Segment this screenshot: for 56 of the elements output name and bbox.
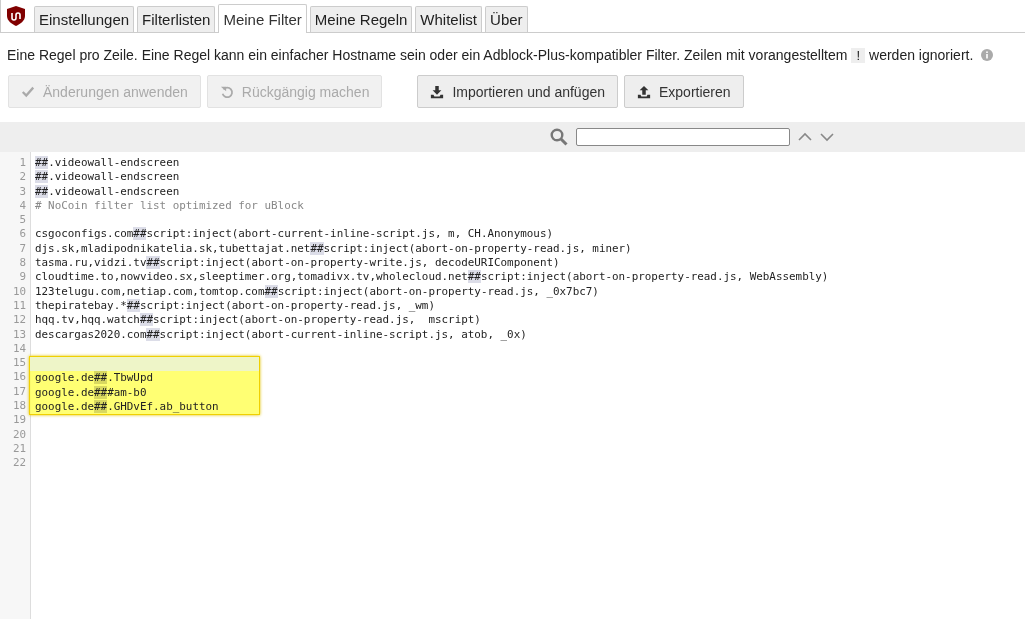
- action-button[interactable]: Exportieren: [624, 75, 744, 108]
- line-number: 19: [11, 413, 26, 428]
- line-number: 21: [11, 441, 26, 457]
- check-icon: [21, 84, 35, 99]
- info-icon[interactable]: [981, 49, 994, 61]
- code-line: ##.videowall-endscreen: [35, 184, 181, 199]
- line-number: 6: [18, 227, 26, 242]
- line-number: 20: [11, 427, 26, 442]
- description-text: Eine Regel pro Zeile. Eine Regel kann ein einfacher Hostname sein oder ein Adblock-Plus-kompatibler Filter. Zeilen mit vorangestelltem: [7, 47, 848, 63]
- line-number: 12: [11, 313, 26, 328]
- search-field[interactable]: [576, 128, 790, 146]
- action-button[interactable]: Importieren und anfügen: [417, 75, 618, 108]
- line-number: 4: [18, 198, 26, 214]
- code-line: djs.sk,mladipodnikatelia.sk,tubettajat.net##script:inject(abort-on-property-read.js, miner): [35, 241, 633, 257]
- line-number: 10: [11, 284, 26, 299]
- code-line: # NoCoin filter list optimized for uBlock: [35, 198, 305, 214]
- tab[interactable]: Meine Regeln: [309, 6, 413, 32]
- line-number: 8: [18, 256, 26, 271]
- code-line: cloudtime.to,nowvideo.sx,sleeptimer.org,tomadivx.tv,wholecloud.net##script:inject(abort-on-property-read.js, WebAssembly): [35, 270, 830, 285]
- line-number: 13: [11, 327, 26, 342]
- shield-logo-icon: [7, 6, 25, 26]
- code-line: csgoconfigs.com##script:inject(abort-current-inline-script.js, m, CH.Anonymous): [35, 227, 554, 242]
- download-icon: [430, 84, 445, 99]
- tab[interactable]: Filterlisten: [137, 6, 216, 32]
- line-number: 15: [11, 356, 26, 371]
- code-line: google.de###am-b0: [35, 385, 148, 401]
- description-text: werden ignoriert.: [869, 47, 974, 63]
- code-line: 123telugu.com,netiap.com,tomtop.com##script:inject(abort-on-property-read.js, _0x7bc7): [35, 284, 600, 299]
- code-line: thepiratebay.*##script:inject(abort-on-property-read.js, _wm): [35, 298, 436, 314]
- line-number: 22: [11, 456, 26, 471]
- line-number: 3: [18, 184, 26, 199]
- line-number: 7: [18, 241, 26, 257]
- line-number: 16: [11, 370, 26, 385]
- line-number: 14: [11, 341, 26, 357]
- undo-icon: [219, 84, 234, 99]
- line-number: 11: [11, 298, 26, 314]
- line-number: 18: [11, 399, 26, 414]
- tab[interactable]: Über: [485, 6, 528, 32]
- line-number: 9: [18, 270, 26, 285]
- code-line: google.de##.GHDvEf.ab_button: [35, 400, 220, 415]
- tab[interactable]: Whitelist: [415, 6, 483, 32]
- line-number: 2: [18, 170, 26, 185]
- line-number: 5: [18, 213, 26, 228]
- search-icon[interactable]: [550, 128, 568, 146]
- code-line: ##.videowall-endscreen: [35, 170, 181, 185]
- tab[interactable]: Meine Filter: [218, 4, 307, 33]
- code-line: hqq.tv,hqq.watch##script:inject(abort-on-property-read.js, mscript): [35, 313, 482, 328]
- code-line: google.de##.TbwUpd: [35, 371, 155, 386]
- code-line: ##.videowall-endscreen: [35, 156, 181, 171]
- code-text: !: [851, 47, 866, 63]
- tab[interactable]: Einstellungen: [34, 6, 135, 32]
- upload-icon: [637, 84, 651, 99]
- line-number: 1: [18, 156, 26, 171]
- code-line: tasma.ru,vidzi.tv##script:inject(abort-on-property-write.js, decodeURIComponent): [35, 256, 561, 271]
- code-line: descargas2020.com##script:inject(abort-current-inline-script.js, atob, _0x): [35, 327, 528, 342]
- line-number: 17: [11, 384, 26, 400]
